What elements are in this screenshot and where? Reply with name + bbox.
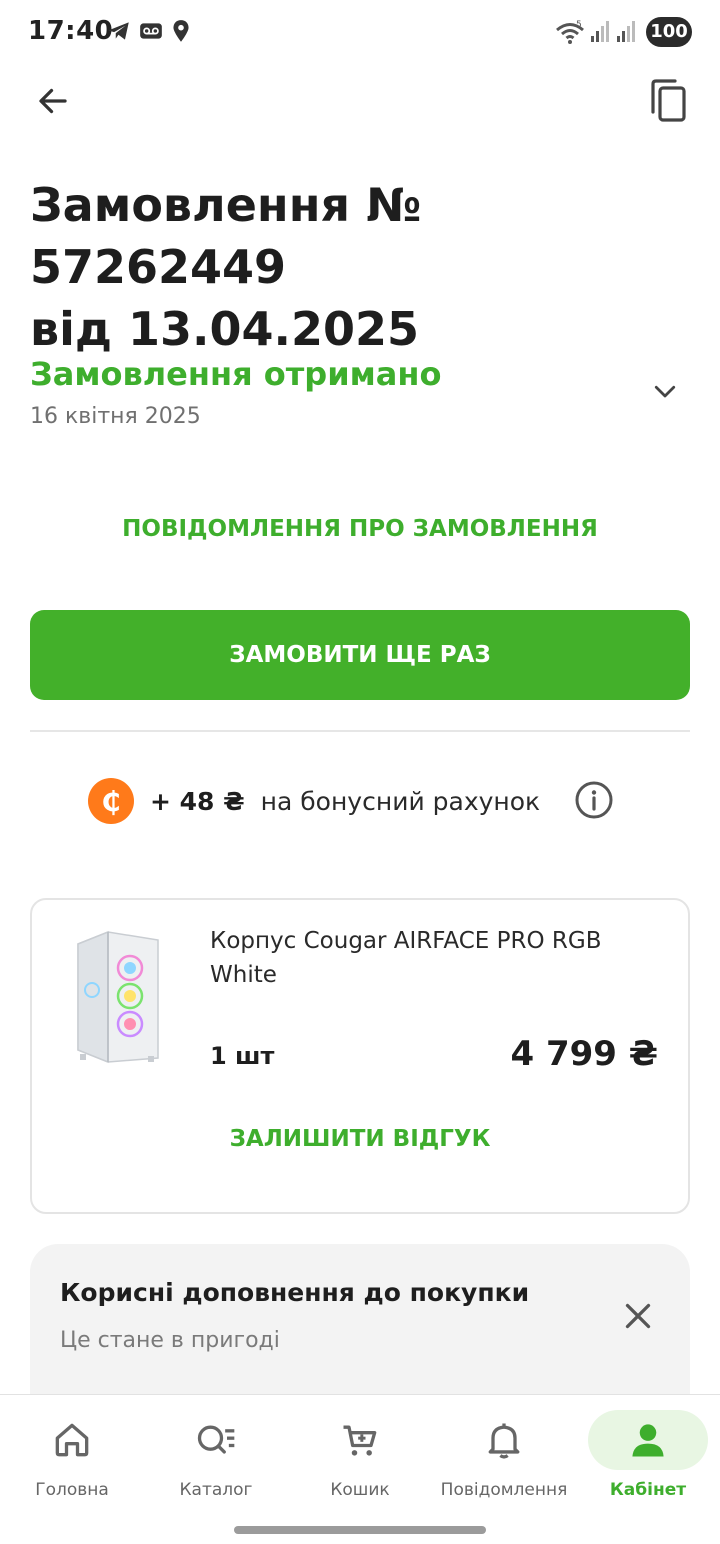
nav-label-notifications: Повідомлення: [440, 1480, 568, 1500]
product-image[interactable]: [68, 930, 168, 1064]
addons-card: Корисні доповнення до покупки Це стане в…: [30, 1244, 690, 1414]
bonus-row: ₵ + 48 ₴ на бонусний рахунок: [88, 776, 540, 826]
copy-button[interactable]: [644, 76, 690, 126]
svg-text:5: 5: [576, 20, 582, 30]
product-price: 4 799 ₴: [510, 1034, 658, 1074]
catalog-search-icon: [194, 1418, 238, 1462]
battery-indicator: 100: [646, 17, 692, 47]
user-icon: [626, 1418, 670, 1462]
nav-item-notifications[interactable]: Повідомлення: [432, 1394, 576, 1518]
product-card: Корпус Cougar AIRFACE PRO RGB White 1 шт…: [30, 898, 690, 1214]
product-name[interactable]: Корпус Cougar AIRFACE PRO RGB White: [210, 924, 650, 992]
nav-item-home[interactable]: Головна: [0, 1394, 144, 1518]
gesture-bar[interactable]: [234, 1526, 486, 1534]
nav-label-cabinet: Кабінет: [609, 1480, 687, 1500]
divider: [30, 730, 690, 732]
voicemail-icon: [138, 18, 164, 48]
nav-item-cart[interactable]: Кошик: [288, 1394, 432, 1518]
location-icon: [168, 18, 194, 50]
order-number: Замовлення № 57262449: [30, 178, 422, 294]
signal-icon-2: [616, 18, 638, 48]
status-time: 17:40: [28, 16, 114, 46]
back-button[interactable]: [30, 78, 76, 124]
reorder-button[interactable]: ЗАМОВИТИ ЩЕ РАЗ: [30, 610, 690, 700]
nav-item-cabinet[interactable]: Кабінет: [576, 1394, 720, 1518]
nav-item-catalog[interactable]: Каталог: [144, 1394, 288, 1518]
copy-icon: [651, 79, 686, 122]
wifi-icon: 5: [554, 18, 586, 50]
bonus-text: на бонусний рахунок: [260, 786, 541, 816]
nav-label-home: Головна: [35, 1480, 109, 1500]
order-status-title: Замовлення отримано: [30, 355, 442, 393]
nav-label-cart: Кошик: [330, 1480, 390, 1500]
info-icon[interactable]: [574, 780, 614, 820]
cart-icon: [338, 1418, 382, 1462]
addons-title: Корисні доповнення до покупки: [60, 1278, 530, 1307]
leave-review-link[interactable]: ЗАЛИШИТИ ВІДГУК: [32, 1126, 688, 1152]
order-notifications-link[interactable]: ПОВІДОМЛЕННЯ ПРО ЗАМОВЛЕННЯ: [0, 516, 720, 542]
order-date: від 13.04.2025: [30, 302, 420, 356]
page-title: Замовлення № 57262449 від 13.04.2025: [30, 174, 690, 360]
signal-icon: [590, 18, 612, 48]
status-bar: 17:40 5 100: [0, 0, 720, 64]
addons-subtitle: Це стане в пригоді: [60, 1328, 280, 1353]
home-icon: [50, 1418, 94, 1462]
bonus-amount: + 48 ₴: [150, 786, 245, 816]
bell-icon: [482, 1418, 526, 1462]
nav-label-catalog: Каталог: [179, 1480, 253, 1500]
arrow-left-icon: [39, 88, 67, 114]
bonus-coin-icon: ₵: [88, 778, 134, 824]
order-status-date: 16 квітня 2025: [30, 404, 201, 429]
telegram-icon: [106, 18, 132, 48]
order-status-toggle[interactable]: Замовлення отримано 16 квітня 2025: [30, 352, 690, 448]
product-quantity: 1 шт: [210, 1042, 275, 1070]
close-icon[interactable]: [620, 1298, 656, 1334]
chevron-down-icon: [650, 376, 680, 410]
